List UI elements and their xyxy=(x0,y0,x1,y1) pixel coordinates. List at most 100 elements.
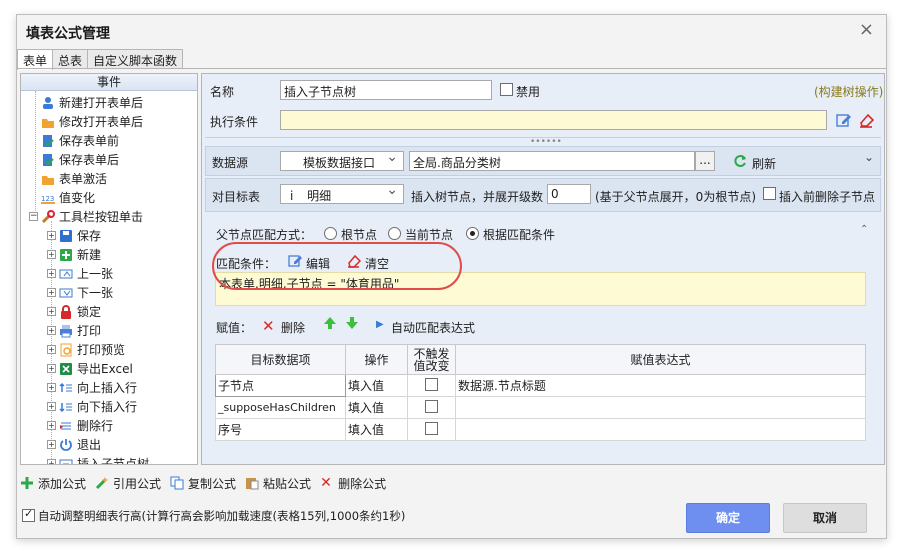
move-down-icon[interactable] xyxy=(345,316,359,333)
doc-check-icon xyxy=(41,153,55,167)
tree-item-before-save[interactable]: 保存表单前 xyxy=(41,131,119,150)
tree-item-delete-row[interactable]: + 删除行 xyxy=(47,416,113,435)
disable-checkbox[interactable] xyxy=(500,83,513,96)
expand-icon[interactable]: + xyxy=(47,269,56,278)
eraser-icon[interactable] xyxy=(858,112,875,131)
expand-icon[interactable]: + xyxy=(47,250,56,259)
expand-note: (基于父节点展开，0为根节点) xyxy=(595,190,756,204)
cancel-button[interactable]: 取消 xyxy=(783,503,867,533)
cell-expr[interactable] xyxy=(455,396,866,419)
cell-no-trigger[interactable] xyxy=(407,396,456,419)
ref-formula-button[interactable]: 引用公式 xyxy=(95,475,161,492)
tree-item-lock[interactable]: + 锁定 xyxy=(47,302,101,321)
expand-icon[interactable]: + xyxy=(47,402,56,411)
grid-header-row: 目标数据项 操作 不触发值改变 赋值表达式 xyxy=(215,344,866,375)
close-icon[interactable]: × xyxy=(859,19,874,40)
tree-item-next[interactable]: + 下一张 xyxy=(47,283,113,302)
ok-button[interactable]: 确定 xyxy=(686,503,770,533)
expand-arrows-icon[interactable]: ⌃ xyxy=(860,224,868,235)
auto-height-checkbox[interactable] xyxy=(22,507,35,522)
tree-item-save[interactable]: + 保存 xyxy=(47,226,101,245)
copy-formula-button[interactable]: 复制公式 xyxy=(170,475,236,492)
delete-x-icon: ✕ xyxy=(262,317,275,335)
expand-level-input[interactable]: 0 xyxy=(547,184,591,204)
tree-item-activate[interactable]: 表单激活 xyxy=(41,169,107,188)
parent-match-label: 父节点匹配方式： xyxy=(216,228,313,242)
table-row[interactable]: _supposeHasChildren 填入值 xyxy=(215,396,866,419)
table-row[interactable]: 序号 填入值 xyxy=(215,418,866,441)
collapse-icon[interactable]: − xyxy=(29,212,38,221)
delete-assign-button[interactable]: 删除 xyxy=(281,319,305,336)
cell-no-trigger[interactable] xyxy=(407,374,456,397)
paste-formula-button[interactable]: 粘贴公式 xyxy=(245,475,311,492)
radio-root[interactable] xyxy=(324,227,337,240)
target-table-value: 明细 xyxy=(307,189,332,203)
cell-no-trigger[interactable] xyxy=(407,418,456,441)
cell-target[interactable]: 子节点 xyxy=(215,374,346,397)
tree-item-insert-up[interactable]: + 向上插入行 xyxy=(47,378,137,397)
expand-icon[interactable]: + xyxy=(47,288,56,297)
tree-item-label: 向上插入行 xyxy=(77,381,138,395)
auto-match-button[interactable]: 自动匹配表达式 xyxy=(391,319,475,336)
cell-op[interactable]: 填入值 xyxy=(345,396,408,419)
disable-label: 禁用 xyxy=(516,85,541,99)
tree-item-new-open[interactable]: 新建打开表单后 xyxy=(41,93,143,112)
tree-item-export-excel[interactable]: + 导出Excel xyxy=(47,359,133,378)
expand-icon[interactable]: + xyxy=(47,364,56,373)
target-table-label: 对目标表 xyxy=(212,190,261,204)
delete-formula-button[interactable]: ✕ 删除公式 xyxy=(320,475,386,492)
tree-item-label: 打印预览 xyxy=(77,343,126,357)
cell-target[interactable]: 序号 xyxy=(215,418,346,441)
datasource-label: 数据源 xyxy=(212,156,249,170)
expand-icon[interactable]: + xyxy=(47,231,56,240)
table-row[interactable]: 子节点 填入值 数据源.节点标题 xyxy=(215,374,866,397)
no-trigger-checkbox[interactable] xyxy=(425,377,438,391)
col-expr: 赋值表达式 xyxy=(455,344,866,375)
name-input[interactable]: 插入子节点树 xyxy=(280,80,492,100)
tree-item-prev[interactable]: + 上一张 xyxy=(47,264,113,283)
collapse-chevron-icon[interactable]: ⌄ xyxy=(864,150,874,164)
tab-form[interactable]: 表单 xyxy=(17,49,54,70)
datasource-type-select[interactable]: 模板数据接口 xyxy=(280,151,404,171)
refresh-button[interactable]: 刷新 xyxy=(752,155,776,172)
tree-item-print[interactable]: + 打印 xyxy=(47,321,101,340)
browse-button[interactable]: ... xyxy=(695,151,715,171)
expand-icon[interactable]: + xyxy=(47,459,56,464)
cell-op[interactable]: 填入值 xyxy=(345,418,408,441)
expand-icon[interactable]: + xyxy=(47,326,56,335)
tree-item-edit-open[interactable]: 修改打开表单后 xyxy=(41,112,143,131)
expand-icon[interactable]: + xyxy=(47,307,56,316)
datasource-input[interactable]: 全局.商品分类树 xyxy=(409,151,695,171)
tab-custom-script[interactable]: 自定义脚本函数 xyxy=(87,49,184,69)
expand-icon[interactable]: + xyxy=(47,383,56,392)
radio-current[interactable] xyxy=(388,227,401,240)
no-trigger-checkbox[interactable] xyxy=(425,421,438,435)
move-up-icon[interactable] xyxy=(323,316,337,333)
tree-item-insert-down[interactable]: + 向下插入行 xyxy=(47,397,137,416)
tree-item-exit[interactable]: + 退出 xyxy=(47,435,101,454)
tree-item-new[interactable]: + 新建 xyxy=(47,245,101,264)
edit-icon[interactable] xyxy=(836,112,852,131)
tree-item-after-save[interactable]: 保存表单后 xyxy=(41,150,119,169)
tab-summary[interactable]: 总表 xyxy=(52,49,89,69)
radio-cond[interactable] xyxy=(466,227,479,240)
cell-target[interactable]: _supposeHasChildren xyxy=(215,396,346,419)
expand-icon[interactable]: + xyxy=(47,421,56,430)
tree-item-label: 新建打开表单后 xyxy=(59,96,144,110)
no-trigger-checkbox[interactable] xyxy=(425,399,438,413)
tree-item-toolbar-click[interactable]: − 工具栏按钮单击 xyxy=(29,207,143,226)
tree-item-value-change[interactable]: 123 值变化 xyxy=(41,188,95,207)
expand-icon[interactable]: + xyxy=(47,345,56,354)
tree-item-print-preview[interactable]: + 打印预览 xyxy=(47,340,125,359)
build-tree-link[interactable]: (构建树操作) xyxy=(814,83,883,100)
target-table-select[interactable]: i 明细 xyxy=(280,184,404,204)
expand-icon[interactable]: + xyxy=(47,440,56,449)
cell-op[interactable]: 填入值 xyxy=(345,374,408,397)
title-bar: 填表公式管理 × xyxy=(17,15,886,49)
exec-cond-input[interactable] xyxy=(280,110,827,130)
add-formula-button[interactable]: 添加公式 xyxy=(20,475,86,492)
tree-item-insert-subtree[interactable]: + 插入子节点树 xyxy=(47,454,149,464)
delete-before-checkbox[interactable] xyxy=(763,187,776,200)
cell-expr[interactable] xyxy=(455,418,866,441)
cell-expr[interactable]: 数据源.节点标题 xyxy=(455,374,866,397)
